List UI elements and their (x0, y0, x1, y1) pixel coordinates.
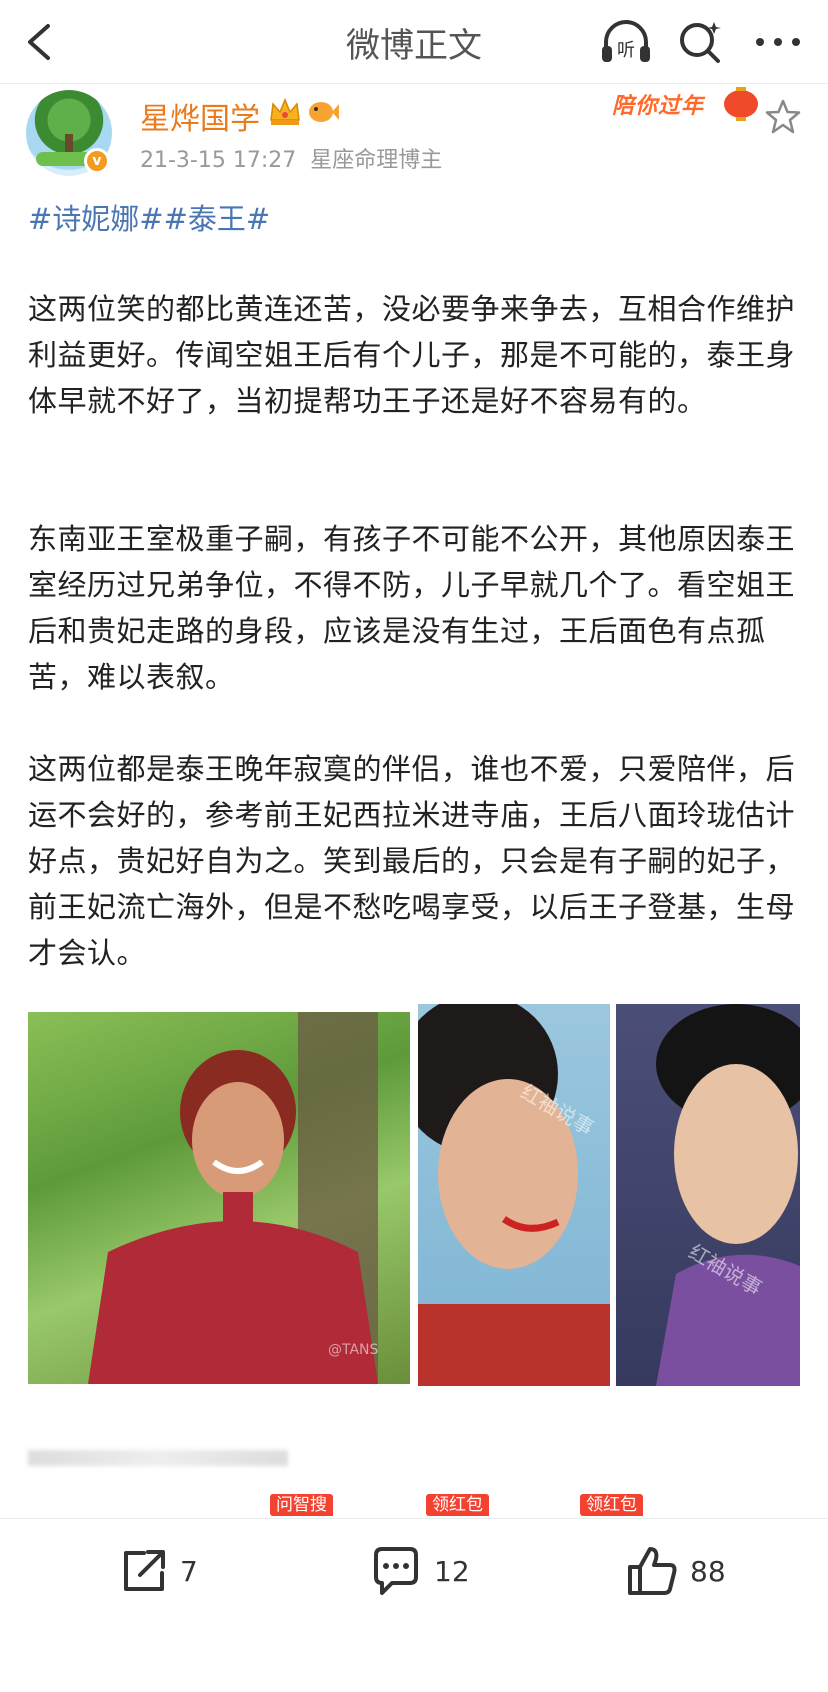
post-meta: 21-3-15 17:27 星座命理博主 (140, 142, 442, 174)
post-tags[interactable]: #诗妮娜##泰王# (28, 196, 270, 238)
comment-count: 12 (434, 1555, 470, 1588)
crown-icon (268, 96, 302, 128)
comment-button[interactable]: 12 (368, 1543, 478, 1603)
post-paragraph: 这两位笑的都比黄连还苦，没必要争来争去，互相合作维护利益更好。传闻空姐王后有个儿… (28, 292, 796, 418)
thumbs-up-icon (628, 1547, 677, 1595)
post-paragraph: 东南亚王室极重子嗣，有孩子不可能不公开，其他原因泰王室经历过兄弟争位，不得不防，… (28, 522, 796, 694)
promo-badge[interactable]: 领红包 (580, 1494, 643, 1516)
share-button[interactable]: 7 (116, 1543, 206, 1603)
fish-icon (306, 98, 340, 126)
post-image[interactable]: @TANS (28, 1012, 410, 1384)
like-button[interactable]: 88 (624, 1543, 734, 1603)
holiday-banner[interactable]: 陪你过年 (608, 86, 772, 124)
lantern-icon (718, 86, 764, 122)
favorite-star-icon[interactable] (764, 98, 802, 136)
promo-badge[interactable]: 问智搜 (270, 1494, 333, 1516)
post-image[interactable]: 红袖说事 (616, 1004, 800, 1386)
promo-badge[interactable]: 领红包 (426, 1494, 489, 1516)
more-icon[interactable] (752, 22, 804, 62)
top-bar: 微博正文 听 (0, 0, 828, 84)
listen-label: 听 (617, 40, 635, 61)
share-count: 7 (180, 1555, 198, 1588)
action-bar: 7 12 88 (0, 1518, 828, 1692)
search-icon[interactable] (676, 18, 724, 66)
image-watermark: @TANS (328, 1342, 379, 1358)
comment-icon (374, 1547, 418, 1595)
post-image[interactable]: 红袖说事 (418, 1004, 610, 1386)
holiday-banner-text: 陪你过年 (612, 94, 705, 119)
listen-icon[interactable]: 听 (598, 18, 654, 66)
verified-icon: v (84, 148, 110, 174)
like-count: 88 (690, 1555, 726, 1588)
post-paragraph: 这两位都是泰王晚年寂寞的伴侣，谁也不爱，只爱陪伴，后运不会好的，参考前王妃西拉米… (28, 752, 796, 970)
username[interactable]: 星烨国学 (140, 94, 260, 138)
blurred-text (28, 1450, 288, 1466)
post-timestamp: 21-3-15 17:27 (140, 148, 297, 173)
post-source: 星座命理博主 (310, 148, 443, 173)
share-icon (124, 1550, 165, 1591)
